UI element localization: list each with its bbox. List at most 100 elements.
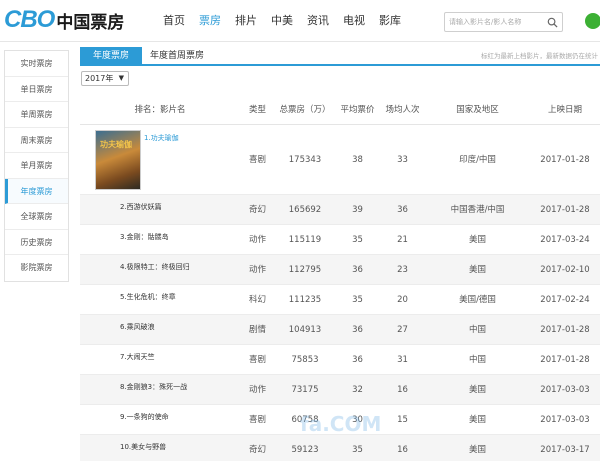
cell-avg-people: 36 — [397, 205, 408, 215]
cell-region: 中国香港/中国 — [450, 205, 505, 215]
sidebar-item-weekly[interactable]: 单周票房 — [5, 102, 68, 128]
sidebar-item-cinema[interactable]: 影院票房 — [5, 255, 68, 281]
cell-avg-price: 35 — [352, 295, 363, 305]
col-header-title: 排名：影片名 — [134, 105, 186, 115]
cell-avg-price: 35 — [352, 235, 363, 245]
nav-china-us[interactable]: 中美 — [264, 0, 300, 42]
sidebar-item-yearly[interactable]: 年度票房 — [5, 178, 68, 204]
cell-total: 75853 — [291, 355, 319, 365]
cell-date: 2017-01-28 — [540, 325, 590, 335]
movie-title-link[interactable]: 3.金刚：骷髅岛 — [120, 232, 169, 242]
table-row[interactable]: 功夫瑜伽 1.功夫瑜伽 喜剧 175343 38 33 印度/中国 2017-01-28 — [80, 125, 600, 195]
cell-region: 中国 — [468, 355, 486, 365]
cell-avg-people: 16 — [397, 445, 408, 455]
nav-schedule[interactable]: 排片 — [228, 0, 264, 42]
table-row[interactable]: 10.美女与野兽 奇幻 59123 35 16 美国 2017-03-17 — [80, 435, 600, 461]
nav-home[interactable]: 首页 — [156, 0, 192, 42]
site-logo[interactable]: CBO 中国票房 — [4, 6, 124, 33]
cell-date: 2017-01-28 — [540, 155, 590, 165]
poster-title: 功夫瑜伽 — [100, 140, 132, 149]
movie-title-link[interactable]: 4.极限特工：终极回归 — [120, 262, 190, 272]
table-row[interactable]: 2.西游伏妖篇 奇幻 165692 39 36 中国香港/中国 2017-01-28 — [80, 195, 600, 225]
cell-region: 美国 — [468, 265, 486, 275]
sidebar-item-global[interactable]: 全球票房 — [5, 204, 68, 230]
col-header-total: 总票房（万） — [279, 105, 331, 115]
movie-title-link[interactable]: 1.功夫瑜伽 — [144, 133, 179, 143]
movie-title-link[interactable]: 10.美女与野兽 — [120, 442, 166, 452]
search-icon — [547, 17, 558, 28]
cell-total: 165692 — [288, 205, 322, 215]
cell-avg-price: 35 — [352, 445, 363, 455]
cell-region: 中国 — [468, 325, 486, 335]
cell-genre: 剧情 — [248, 325, 266, 335]
cell-avg-people: 33 — [397, 155, 408, 165]
cell-genre: 奇幻 — [248, 445, 266, 455]
chevron-down-icon: ▼ — [118, 74, 124, 82]
search-button[interactable] — [542, 13, 562, 31]
table-row[interactable]: 8.金刚狼3：殊死一战 动作 73175 32 16 美国 2017-03-03 — [80, 375, 600, 405]
sidebar-item-monthly[interactable]: 单月票房 — [5, 153, 68, 179]
sidebar-item-realtime[interactable]: 实时票房 — [5, 51, 68, 77]
table-row[interactable]: 4.极限特工：终极回归 动作 112795 36 23 美国 2017-02-10 — [80, 255, 600, 285]
nav-news[interactable]: 资讯 — [300, 0, 336, 42]
cell-date: 2017-01-28 — [540, 205, 590, 215]
movie-title-link[interactable]: 9.一条狗的使命 — [120, 412, 169, 422]
cell-total: 175343 — [288, 155, 322, 165]
movie-title-link[interactable]: 5.生化危机：终章 — [120, 292, 176, 302]
table-row[interactable]: 7.大闹天竺 喜剧 75853 36 31 中国 2017-01-28 — [80, 345, 600, 375]
cell-date: 2017-02-10 — [540, 265, 590, 275]
sidebar-item-daily[interactable]: 单日票房 — [5, 77, 68, 102]
cell-total: 104913 — [288, 325, 322, 335]
cell-genre: 动作 — [248, 235, 266, 245]
cell-region: 美国 — [468, 445, 486, 455]
search-box — [444, 12, 563, 32]
cell-total: 73175 — [291, 385, 319, 395]
cell-genre: 奇幻 — [248, 205, 266, 215]
col-header-genre: 类型 — [248, 105, 266, 115]
cell-region: 美国/德国 — [459, 295, 496, 305]
table-row[interactable]: 3.金刚：骷髅岛 动作 115119 35 21 美国 2017-03-24 — [80, 225, 600, 255]
cell-total: 111235 — [288, 295, 322, 305]
cell-avg-people: 23 — [397, 265, 408, 275]
logo-latin: CBO — [4, 6, 55, 33]
tab-bar: 年度票房 年度首周票房 标红为最新上档影片，最新数据仍在统计 — [80, 47, 600, 66]
cell-total: 115119 — [288, 235, 322, 245]
movie-title-link[interactable]: 7.大闹天竺 — [120, 352, 155, 362]
cell-genre: 动作 — [248, 385, 266, 395]
cell-region: 美国 — [468, 415, 486, 425]
cell-genre: 动作 — [248, 265, 266, 275]
main-content: 年度票房 年度首周票房 标红为最新上档影片，最新数据仍在统计 2017年 ▼ 排… — [80, 45, 600, 461]
cell-date: 2017-03-24 — [540, 235, 590, 245]
cell-avg-people: 16 — [397, 385, 408, 395]
nav-tv[interactable]: 电视 — [336, 0, 372, 42]
table-row[interactable]: 6.乘风破浪 剧情 104913 36 27 中国 2017-01-28 — [80, 315, 600, 345]
movie-title-link[interactable]: 2.西游伏妖篇 — [120, 202, 162, 212]
col-header-date: 上映日期 — [547, 105, 582, 115]
cell-avg-people: 20 — [397, 295, 408, 305]
sidebar-item-history[interactable]: 历史票房 — [5, 230, 68, 255]
cell-date: 2017-03-03 — [540, 415, 590, 425]
wechat-icon[interactable] — [585, 13, 600, 29]
nav-boxoffice[interactable]: 票房 — [192, 0, 228, 42]
main-nav: 首页 票房 排片 中美 资讯 电视 影库 — [156, 0, 408, 42]
movie-title-link[interactable]: 8.金刚狼3：殊死一战 — [120, 382, 187, 392]
year-select[interactable]: 2017年 ▼ — [81, 71, 129, 86]
tab-yearly-first-week[interactable]: 年度首周票房 — [142, 47, 212, 66]
site-header: CBO 中国票房 首页 票房 排片 中美 资讯 电视 影库 — [0, 0, 600, 42]
cell-genre: 喜剧 — [248, 415, 266, 425]
tab-note: 标红为最新上档影片，最新数据仍在统计 — [481, 52, 598, 60]
boxoffice-table: 排名：影片名 类型 总票房（万） 平均票价 场均人次 国家及地区 上映日期 功夫… — [80, 95, 600, 461]
nav-library[interactable]: 影库 — [372, 0, 408, 42]
cell-region: 印度/中国 — [459, 155, 496, 165]
cell-date: 2017-01-28 — [540, 355, 590, 365]
search-input[interactable] — [449, 15, 541, 29]
tab-yearly-boxoffice[interactable]: 年度票房 — [80, 47, 142, 66]
table-row[interactable]: 5.生化危机：终章 科幻 111235 35 20 美国/德国 2017-02-24 — [80, 285, 600, 315]
cell-avg-price: 39 — [352, 205, 363, 215]
movie-title-link[interactable]: 6.乘风破浪 — [120, 322, 155, 332]
watermark: fa.COM — [300, 412, 382, 436]
sidebar-item-weekend[interactable]: 周末票房 — [5, 128, 68, 153]
cell-region: 美国 — [468, 385, 486, 395]
cell-genre: 喜剧 — [248, 355, 266, 365]
movie-poster[interactable]: 功夫瑜伽 — [95, 130, 141, 190]
